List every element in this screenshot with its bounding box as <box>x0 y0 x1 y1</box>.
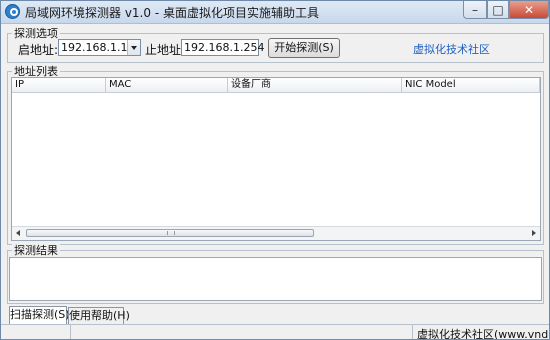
close-icon: ✕ <box>523 2 535 17</box>
scroll-right-icon[interactable] <box>532 230 536 236</box>
maximize-icon: □ <box>492 2 504 17</box>
results-label: 探测结果 <box>12 242 60 258</box>
column-header-mac[interactable]: MAC <box>106 78 228 92</box>
column-header-vendor[interactable]: 设备厂商 <box>228 78 402 92</box>
end-address-input[interactable]: 192.168.1.254 <box>181 39 264 56</box>
status-cell <box>1 325 71 339</box>
start-address-combobox[interactable]: 192.168.1.1 <box>58 39 141 56</box>
community-link[interactable]: 虚拟化技术社区 <box>413 41 490 57</box>
tab-help[interactable]: 使用帮助(H) <box>68 307 130 324</box>
app-window: 局域网环境探测器 v1.0 - 桌面虚拟化项目实施辅助工具 – □ ✕ 探测选项… <box>0 0 550 340</box>
tab-scan[interactable]: 扫描探测(S) <box>9 306 70 324</box>
scrollbar-thumb[interactable] <box>26 229 314 237</box>
results-textarea[interactable] <box>9 257 542 301</box>
scroll-left-icon[interactable] <box>16 230 20 236</box>
start-probe-button[interactable]: 开始探测(S) <box>268 38 340 58</box>
column-header-nic-model[interactable]: NIC Model <box>402 78 540 92</box>
status-text: 虚拟化技术社区(www.vndc <box>417 328 549 340</box>
probe-options-label: 探测选项 <box>12 25 60 41</box>
minimize-button[interactable]: – <box>463 1 487 19</box>
status-bar: 虚拟化技术社区(www.vndc <box>1 324 549 340</box>
minimize-icon: – <box>472 2 478 17</box>
end-address-label: 止地址: <box>145 43 186 57</box>
address-list-table[interactable]: IP MAC 设备厂商 NIC Model <box>11 77 541 241</box>
title-bar[interactable]: 局域网环境探测器 v1.0 - 桌面虚拟化项目实施辅助工具 – □ ✕ <box>1 1 549 24</box>
end-address-value: 192.168.1.254 <box>184 41 265 54</box>
window-title: 局域网环境探测器 v1.0 - 桌面虚拟化项目实施辅助工具 <box>25 6 319 20</box>
grip-icon <box>167 231 175 235</box>
status-cell <box>71 325 413 339</box>
column-header-ip[interactable]: IP <box>12 78 106 92</box>
close-button[interactable]: ✕ <box>509 1 549 19</box>
app-logo-icon <box>5 4 20 19</box>
table-header: IP MAC 设备厂商 NIC Model <box>12 78 540 93</box>
start-address-value: 192.168.1.1 <box>61 41 128 54</box>
chevron-down-icon[interactable] <box>127 40 140 55</box>
start-address-label: 启地址: <box>18 43 59 57</box>
horizontal-scrollbar[interactable] <box>12 226 540 240</box>
maximize-button[interactable]: □ <box>487 1 509 19</box>
